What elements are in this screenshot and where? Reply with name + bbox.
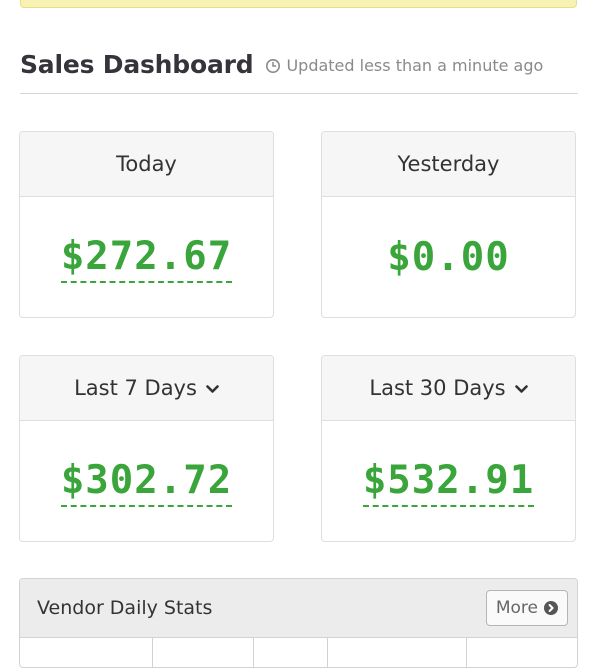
vendor-panel-header: Vendor Daily Stats More bbox=[20, 579, 577, 638]
amount-last-7-days[interactable]: $302.72 bbox=[60, 458, 233, 507]
card-label-last-7-days: Last 7 Days bbox=[74, 376, 197, 400]
card-header: Today bbox=[20, 132, 273, 197]
notice-banner bbox=[20, 0, 577, 8]
amount-yesterday: $0.00 bbox=[387, 234, 510, 280]
vendor-panel-title: Vendor Daily Stats bbox=[37, 597, 213, 619]
table-column-divider bbox=[152, 638, 153, 667]
table-column-divider bbox=[253, 638, 254, 667]
card-header: Yesterday bbox=[322, 132, 575, 197]
card-label-last-30-days: Last 30 Days bbox=[369, 376, 506, 400]
page-title: Sales Dashboard bbox=[20, 50, 254, 79]
card-last-30-days: Last 30 Days $532.91 bbox=[321, 355, 576, 542]
updated-status: Updated less than a minute ago bbox=[265, 56, 543, 75]
card-today: Today $272.67 bbox=[19, 131, 274, 318]
clock-icon bbox=[266, 58, 281, 73]
updated-text: Updated less than a minute ago bbox=[286, 56, 544, 75]
table-column-divider bbox=[466, 638, 467, 667]
card-label-yesterday: Yesterday bbox=[397, 152, 500, 176]
period-dropdown-30-days[interactable]: Last 30 Days bbox=[322, 356, 575, 421]
circle-chevron-right-icon bbox=[544, 601, 558, 615]
table-column-divider bbox=[327, 638, 328, 667]
more-button-label: More bbox=[495, 598, 538, 618]
chevron-down-icon bbox=[514, 385, 528, 393]
amount-today[interactable]: $272.67 bbox=[60, 234, 233, 283]
more-button[interactable]: More bbox=[485, 590, 568, 626]
chevron-down-icon bbox=[206, 385, 219, 393]
vendor-daily-stats-panel: Vendor Daily Stats More bbox=[19, 578, 578, 668]
card-yesterday: Yesterday $0.00 bbox=[321, 131, 576, 318]
dashboard-header: Sales Dashboard Updated less than a minu… bbox=[20, 46, 578, 94]
card-label-today: Today bbox=[116, 152, 177, 176]
period-dropdown-7-days[interactable]: Last 7 Days bbox=[20, 356, 273, 421]
amount-last-30-days[interactable]: $532.91 bbox=[362, 458, 535, 507]
card-last-7-days: Last 7 Days $302.72 bbox=[19, 355, 274, 542]
vendor-stats-table bbox=[20, 638, 577, 667]
